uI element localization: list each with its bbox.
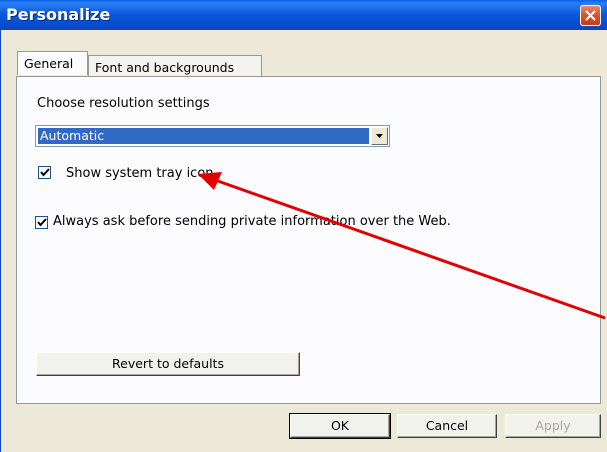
dropdown-button[interactable] xyxy=(371,127,388,145)
revert-to-defaults-button[interactable]: Revert to defaults xyxy=(36,352,300,376)
apply-button[interactable]: Apply xyxy=(505,414,601,438)
chevron-down-icon xyxy=(376,134,383,138)
checkmark-icon xyxy=(37,218,47,227)
cancel-button[interactable]: Cancel xyxy=(397,414,497,438)
private-info-checkbox[interactable] xyxy=(35,216,48,229)
tab-font-and-backgrounds[interactable]: Font and backgrounds xyxy=(88,55,262,77)
ok-button[interactable]: OK xyxy=(289,413,391,439)
checkmark-icon xyxy=(40,168,50,177)
tab-font-label: Font and backgrounds xyxy=(95,60,235,75)
title-bar[interactable]: Personalize xyxy=(0,0,607,30)
window-title: Personalize xyxy=(6,5,111,24)
resolution-selected-value: Automatic xyxy=(38,128,369,144)
tab-general-label: General xyxy=(24,56,74,71)
tab-general[interactable]: General xyxy=(17,51,88,75)
close-button[interactable] xyxy=(580,5,601,26)
resolution-select[interactable]: Automatic xyxy=(35,125,390,147)
tray-icon-checkbox[interactable] xyxy=(38,166,51,179)
tray-icon-label: Show system tray icon. xyxy=(66,166,218,181)
resolution-label: Choose resolution settings xyxy=(37,96,210,111)
close-icon xyxy=(585,10,596,21)
private-info-label: Always ask before sending private inform… xyxy=(53,214,451,229)
